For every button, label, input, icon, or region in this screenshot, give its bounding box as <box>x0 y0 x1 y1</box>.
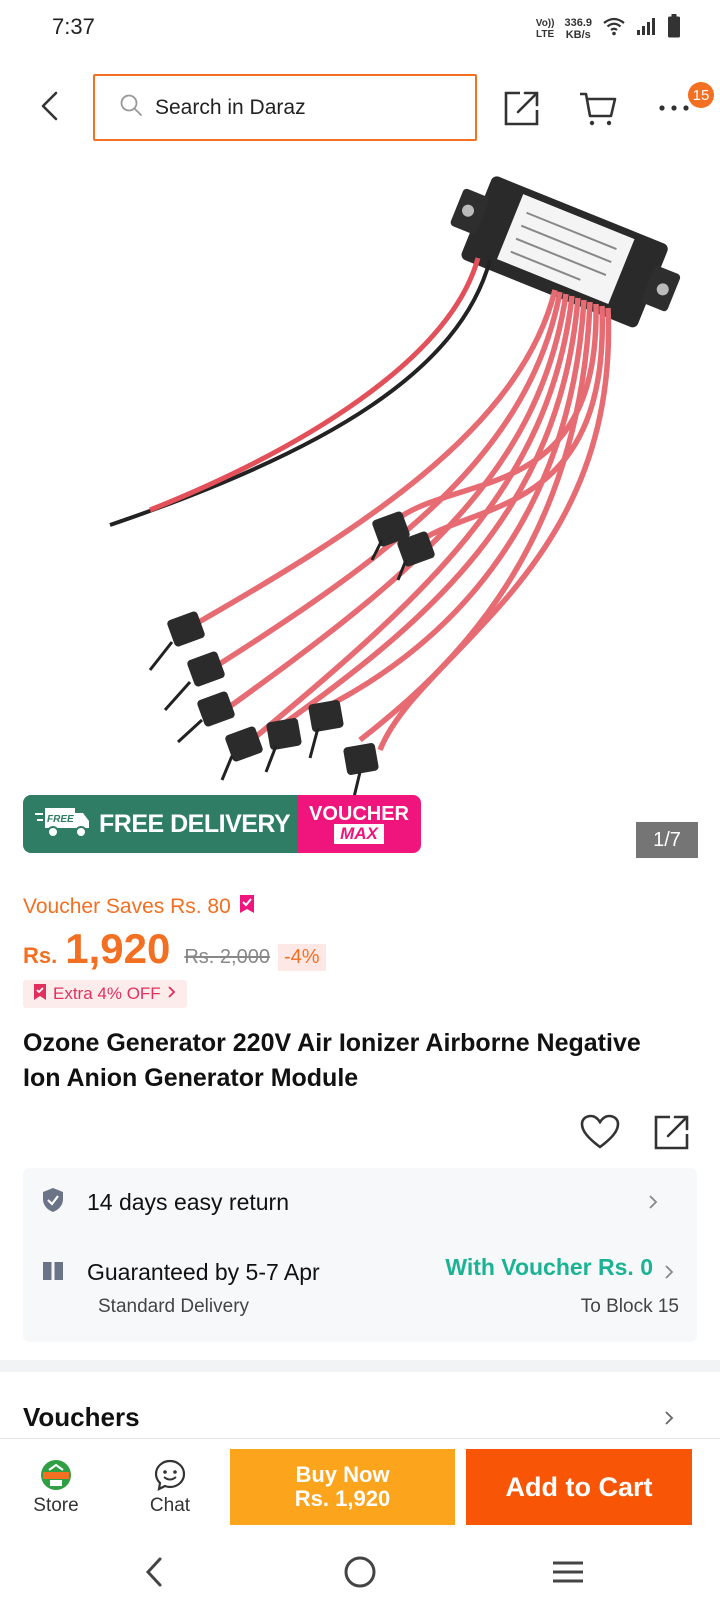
voucher-icon <box>239 894 255 920</box>
buy-now-price: Rs. 1,920 <box>294 1486 391 1511</box>
chevron-right-icon <box>643 1192 663 1212</box>
buy-now-button[interactable]: Buy Now Rs. 1,920 <box>230 1449 455 1525</box>
heart-icon <box>580 1114 620 1149</box>
network-speed: 336.9 KB/s <box>564 16 592 41</box>
store-button[interactable]: Store <box>16 1455 96 1517</box>
price-currency: Rs. <box>23 943 58 968</box>
nav-home-icon <box>344 1556 376 1588</box>
nav-back-icon <box>145 1557 162 1587</box>
nav-menu-icon <box>553 1561 583 1583</box>
section-divider <box>0 1360 720 1372</box>
voucher-saves[interactable]: Voucher Saves Rs. 80 <box>23 894 255 920</box>
add-to-cart-button[interactable]: Add to Cart <box>466 1449 692 1525</box>
svg-text:FREE: FREE <box>47 814 74 825</box>
chat-label: Chat <box>149 1495 191 1516</box>
product-title: Ozone Generator 220V Air Ionizer Airborn… <box>23 1029 641 1092</box>
chevron-right-icon <box>659 1408 679 1428</box>
nav-back-button[interactable] <box>124 1550 184 1594</box>
delivery-voucher-text[interactable]: With Voucher Rs. 0 <box>445 1254 653 1281</box>
extra-off-label: Extra 4% OFF <box>53 984 161 1003</box>
search-input[interactable]: Search in Daraz <box>93 74 477 141</box>
more-icon <box>659 105 689 111</box>
vouchers-title: Vouchers <box>23 1401 140 1432</box>
status-time: 7:37 <box>52 14 95 39</box>
chevron-right-icon <box>167 984 177 1004</box>
share-icon <box>504 91 539 126</box>
system-nav-bar <box>0 1534 720 1612</box>
nav-menu-button[interactable] <box>538 1550 598 1594</box>
chat-icon <box>130 1455 210 1495</box>
voucher-icon <box>33 983 47 1006</box>
return-policy-text: 14 days easy return <box>87 1188 290 1215</box>
return-policy-row[interactable]: 14 days easy return <box>41 1182 681 1222</box>
delivery-guarantee-text: Guaranteed by 5-7 Apr <box>87 1258 320 1285</box>
shield-check-icon <box>41 1187 65 1218</box>
status-bar: 7:37 Vo)) LTE 336.9 KB/s <box>0 0 720 58</box>
notification-badge: 15 <box>688 82 714 108</box>
image-counter: 1/7 <box>636 822 698 858</box>
chevron-right-icon <box>659 1262 679 1282</box>
cart-button[interactable] <box>576 86 620 130</box>
voucher-max-line2: MAX <box>334 824 384 844</box>
package-icon <box>41 1258 65 1287</box>
free-delivery-label: FREE DELIVERY <box>99 809 291 838</box>
store-logo-icon <box>16 1455 96 1495</box>
nav-home-button[interactable] <box>330 1550 390 1594</box>
discount-badge: -4% <box>277 944 326 971</box>
bottom-action-bar: Store Chat Buy Now Rs. 1,920 Add to Cart <box>0 1438 720 1534</box>
promo-banner: FREE FREE DELIVERY VOUCHER MAX <box>23 795 421 853</box>
cart-icon <box>580 92 617 126</box>
voucher-max-badge: VOUCHER MAX <box>297 795 421 853</box>
back-button[interactable] <box>30 84 70 128</box>
share-button[interactable] <box>500 86 544 130</box>
wishlist-button[interactable] <box>578 1110 622 1154</box>
buy-now-label: Buy Now <box>295 1462 390 1487</box>
share-icon <box>654 1115 689 1150</box>
product-image[interactable] <box>0 150 720 865</box>
vouchers-section-header[interactable]: Vouchers <box>23 1396 697 1438</box>
extra-off-tag[interactable]: Extra 4% OFF <box>23 980 187 1008</box>
search-icon <box>119 93 143 122</box>
voucher-saves-label: Voucher Saves Rs. 80 <box>23 895 231 918</box>
free-delivery-badge: FREE FREE DELIVERY <box>23 795 297 853</box>
delivery-info-card: 14 days easy return Guaranteed by 5-7 Ap… <box>23 1168 697 1342</box>
battery-icon <box>668 14 680 43</box>
delivery-location: To Block 15 <box>580 1296 679 1317</box>
back-arrow-icon <box>41 91 58 121</box>
price-row: Rs. 1,920 Rs. 2,000 -4% <box>23 925 326 973</box>
store-label: Store <box>33 1495 79 1516</box>
product-share-button[interactable] <box>650 1110 694 1154</box>
status-icons: Vo)) LTE 336.9 KB/s <box>536 14 680 43</box>
product-photo <box>109 176 681 836</box>
chat-button[interactable]: Chat <box>130 1455 210 1517</box>
signal-icon <box>636 16 658 41</box>
wifi-icon <box>602 16 626 41</box>
delivery-type: Standard Delivery <box>98 1296 250 1317</box>
top-header: Search in Daraz <box>0 72 720 142</box>
search-placeholder: Search in Daraz <box>155 95 306 119</box>
voucher-max-line1: VOUCHER <box>308 803 409 825</box>
original-price: Rs. 2,000 <box>184 946 270 968</box>
delivery-truck-icon: FREE <box>35 804 91 845</box>
price-value: 1,920 <box>65 925 171 972</box>
volte-indicator: Vo)) LTE <box>535 17 555 40</box>
